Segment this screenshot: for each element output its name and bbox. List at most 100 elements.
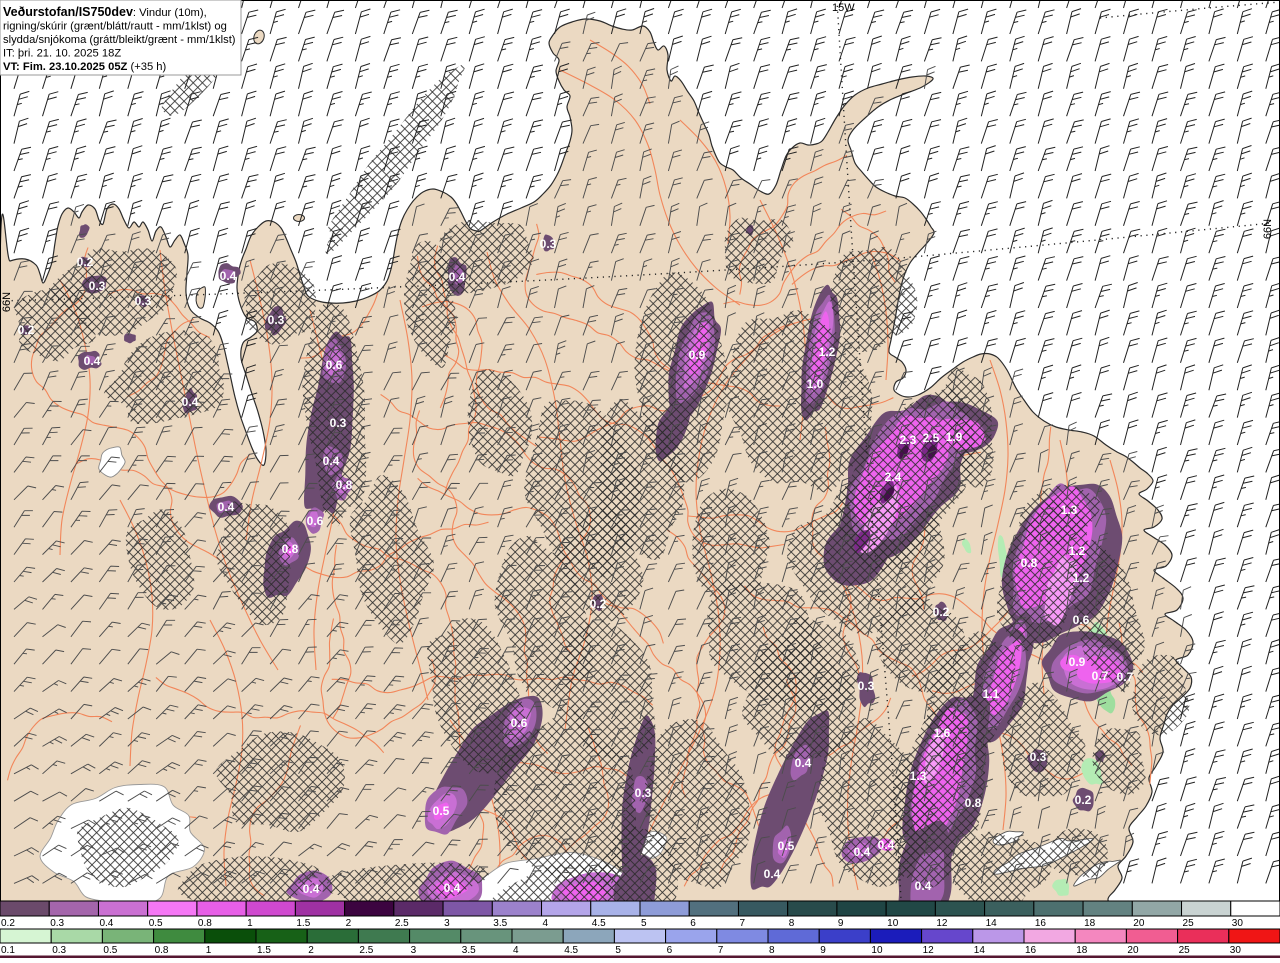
svg-text:0.2: 0.2	[77, 255, 94, 269]
svg-text:0.8: 0.8	[155, 945, 169, 956]
svg-text:0.2: 0.2	[933, 605, 950, 619]
svg-text:0.2: 0.2	[1, 918, 15, 929]
svg-text:0.4: 0.4	[854, 845, 871, 859]
svg-text:0.5: 0.5	[149, 918, 163, 929]
svg-text:20: 20	[1133, 918, 1145, 929]
svg-text:0.4: 0.4	[915, 879, 932, 893]
svg-text:1: 1	[206, 945, 212, 956]
svg-text:8: 8	[789, 918, 795, 929]
svg-text:4.5: 4.5	[592, 918, 606, 929]
svg-text:0.3: 0.3	[50, 918, 64, 929]
svg-text:10: 10	[887, 918, 899, 929]
svg-text:1: 1	[247, 918, 253, 929]
svg-text:16: 16	[1025, 945, 1037, 956]
svg-text:2.5: 2.5	[395, 918, 409, 929]
svg-text:66N: 66N	[1262, 219, 1274, 239]
svg-text:16: 16	[1035, 918, 1047, 929]
svg-text:7: 7	[739, 918, 745, 929]
svg-text:3: 3	[411, 945, 417, 956]
svg-text:0.4: 0.4	[449, 270, 466, 284]
svg-text:0.3: 0.3	[858, 679, 875, 693]
svg-text:0.6: 0.6	[511, 716, 528, 730]
svg-text:14: 14	[986, 918, 998, 929]
svg-text:0.8: 0.8	[282, 542, 299, 556]
svg-text:0.3: 0.3	[635, 786, 652, 800]
svg-text:12: 12	[923, 945, 935, 956]
svg-text:2.5: 2.5	[923, 431, 940, 445]
svg-text:0.5: 0.5	[103, 945, 117, 956]
svg-text:0.5: 0.5	[433, 804, 450, 818]
svg-text:0.1: 0.1	[1, 945, 15, 956]
svg-text:3.5: 3.5	[462, 945, 476, 956]
svg-text:0.6: 0.6	[326, 358, 343, 372]
svg-text:Veðurstofan/IS750dev: Vindur (: Veðurstofan/IS750dev: Vindur (10m),	[3, 5, 207, 19]
svg-text:30: 30	[1230, 945, 1242, 956]
svg-text:0.7: 0.7	[1117, 670, 1134, 684]
svg-text:0.5: 0.5	[778, 839, 795, 853]
svg-text:1.5: 1.5	[257, 945, 271, 956]
svg-text:0.3: 0.3	[89, 279, 106, 293]
svg-text:2.5: 2.5	[359, 945, 373, 956]
svg-text:20: 20	[1127, 945, 1139, 956]
svg-text:0.2: 0.2	[1075, 793, 1092, 807]
svg-text:0.8: 0.8	[1021, 556, 1038, 570]
svg-text:2: 2	[308, 945, 314, 956]
svg-text:0.8: 0.8	[965, 796, 982, 810]
svg-text:0.4: 0.4	[218, 500, 235, 514]
svg-text:0.4: 0.4	[220, 269, 237, 283]
svg-text:4.5: 4.5	[564, 945, 578, 956]
svg-text:0.4: 0.4	[182, 395, 199, 409]
svg-text:rigning/skúrir (grænt/blátt/ra: rigning/skúrir (grænt/blátt/rautt - mm/1…	[3, 21, 227, 33]
svg-text:1.0: 1.0	[807, 377, 824, 391]
svg-text:0.6: 0.6	[1073, 613, 1090, 627]
svg-text:1.3: 1.3	[1061, 503, 1078, 517]
svg-text:10: 10	[871, 945, 883, 956]
svg-text:8: 8	[769, 945, 775, 956]
svg-text:0.3: 0.3	[268, 313, 285, 327]
svg-text:1.2: 1.2	[1073, 571, 1090, 585]
svg-text:14: 14	[974, 945, 986, 956]
svg-text:0.4: 0.4	[878, 838, 895, 852]
svg-text:6: 6	[667, 945, 673, 956]
svg-text:7: 7	[718, 945, 724, 956]
svg-text:1.3: 1.3	[910, 769, 927, 783]
svg-text:0.9: 0.9	[1069, 655, 1086, 669]
svg-text:0.4: 0.4	[444, 881, 461, 895]
svg-text:1.5: 1.5	[296, 918, 310, 929]
svg-text:0.4: 0.4	[323, 454, 340, 468]
svg-text:0.2: 0.2	[18, 323, 35, 337]
svg-text:2: 2	[346, 918, 352, 929]
svg-text:0.6: 0.6	[307, 514, 324, 528]
svg-text:1.9: 1.9	[946, 430, 963, 444]
svg-text:3.5: 3.5	[493, 918, 507, 929]
svg-text:15W: 15W	[832, 2, 855, 14]
svg-text:0.3: 0.3	[52, 945, 66, 956]
svg-text:IT: þri. 21. 10. 2025 18Z: IT: þri. 21. 10. 2025 18Z	[3, 48, 121, 60]
svg-text:5: 5	[615, 945, 621, 956]
svg-text:0.8: 0.8	[198, 918, 212, 929]
svg-text:0.4: 0.4	[303, 882, 320, 896]
svg-text:30: 30	[1232, 918, 1244, 929]
svg-text:6: 6	[690, 918, 696, 929]
svg-text:0.3: 0.3	[135, 294, 152, 308]
svg-text:12: 12	[936, 918, 948, 929]
svg-text:0.3: 0.3	[330, 416, 347, 430]
svg-text:0.7: 0.7	[1092, 669, 1109, 683]
svg-text:1.2: 1.2	[1069, 544, 1086, 558]
svg-text:9: 9	[838, 918, 844, 929]
svg-text:25: 25	[1179, 945, 1191, 956]
svg-text:3: 3	[444, 918, 450, 929]
svg-text:4: 4	[513, 945, 519, 956]
svg-text:0.2: 0.2	[590, 597, 607, 611]
svg-text:18: 18	[1076, 945, 1088, 956]
svg-text:25: 25	[1183, 918, 1195, 929]
svg-text:0.8: 0.8	[336, 478, 353, 492]
svg-text:66N: 66N	[1, 292, 13, 312]
svg-text:0.3: 0.3	[540, 237, 557, 251]
svg-text:9: 9	[820, 945, 826, 956]
svg-text:0.4: 0.4	[99, 918, 113, 929]
svg-text:0.3: 0.3	[1030, 750, 1047, 764]
svg-text:0.4: 0.4	[795, 756, 812, 770]
svg-text:0.9: 0.9	[689, 348, 706, 362]
svg-text:slydda/snjókoma (grátt/bleikt/: slydda/snjókoma (grátt/bleikt/grænt - mm…	[3, 34, 236, 46]
